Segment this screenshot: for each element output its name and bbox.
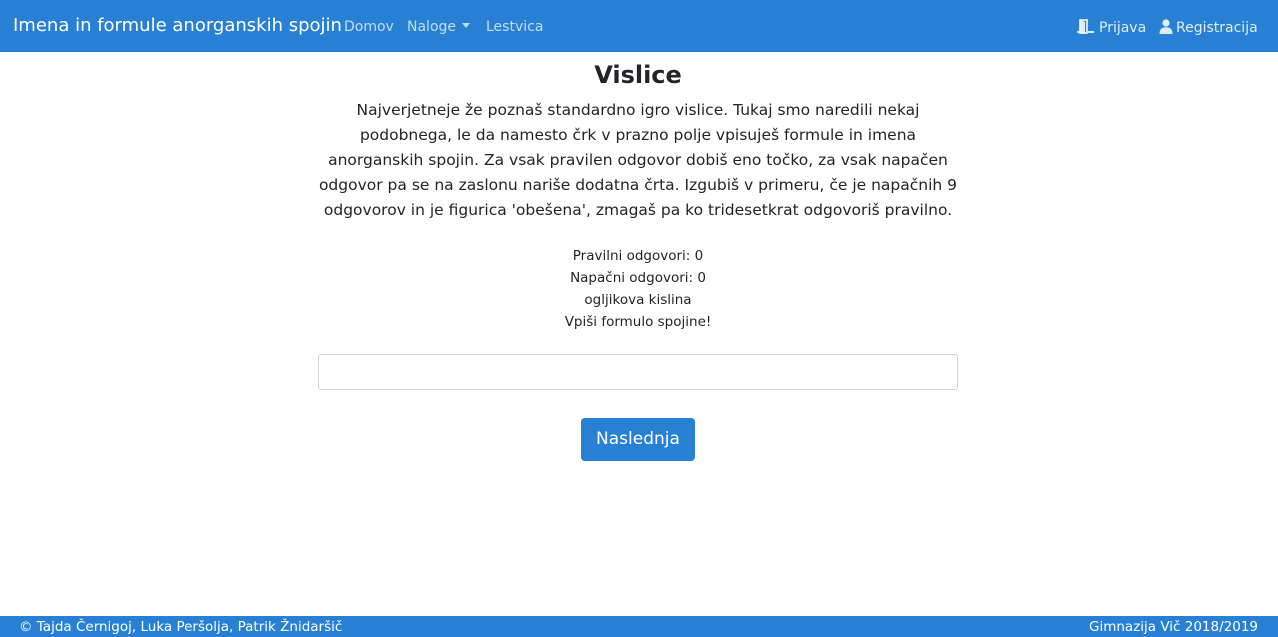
game-status: Pravilni odgovori: 0 Napačni odgovori: 0… — [318, 245, 958, 333]
caret-down-icon — [462, 23, 471, 28]
next-button[interactable]: Naslednja — [581, 418, 695, 461]
nav-link-registracija[interactable]: Registracija — [1159, 19, 1258, 36]
nav-link-label: Domov — [344, 19, 394, 35]
brand-title[interactable]: Imena in formule anorganskih spojin — [13, 15, 342, 36]
nav-link-lestvica[interactable]: Lestvica — [486, 19, 543, 35]
compound-name: ogljikova kislina — [584, 292, 692, 308]
footer: © Tajda Černigoj, Luka Peršolja, Patrik … — [0, 616, 1278, 637]
registracija-label: Registracija — [1176, 20, 1258, 36]
wrong-answers-count: Napačni odgovori: 0 — [570, 270, 706, 286]
nav-link-prijava[interactable]: Prijava — [1076, 19, 1146, 36]
answer-input[interactable] — [318, 354, 958, 390]
correct-answers-count: Pravilni odgovori: 0 — [572, 248, 704, 264]
nav-dropdown-naloge[interactable]: Naloge — [407, 19, 471, 35]
page-title: Vislice — [594, 61, 682, 89]
game-description: Najverjetneje že poznaš standardno igro … — [318, 101, 958, 219]
main-content: Vislice Najverjetneje že poznaš standard… — [318, 52, 958, 461]
task-instruction: Vpiši formulo spojine! — [564, 314, 712, 330]
nav-link-label: Lestvica — [486, 19, 544, 35]
footer-authors: © Tajda Černigoj, Luka Peršolja, Patrik … — [19, 619, 343, 635]
nav-link-domov[interactable]: Domov — [344, 19, 394, 35]
prijava-label: Prijava — [1099, 20, 1147, 36]
user-icon — [1159, 19, 1173, 34]
nav-link-label: Naloge — [407, 19, 457, 35]
sign-in-icon — [1077, 19, 1094, 34]
footer-school: Gimnazija Vič 2018/2019 — [1088, 619, 1258, 635]
top-navbar: Imena in formule anorganskih spojin Domo… — [0, 0, 1278, 52]
